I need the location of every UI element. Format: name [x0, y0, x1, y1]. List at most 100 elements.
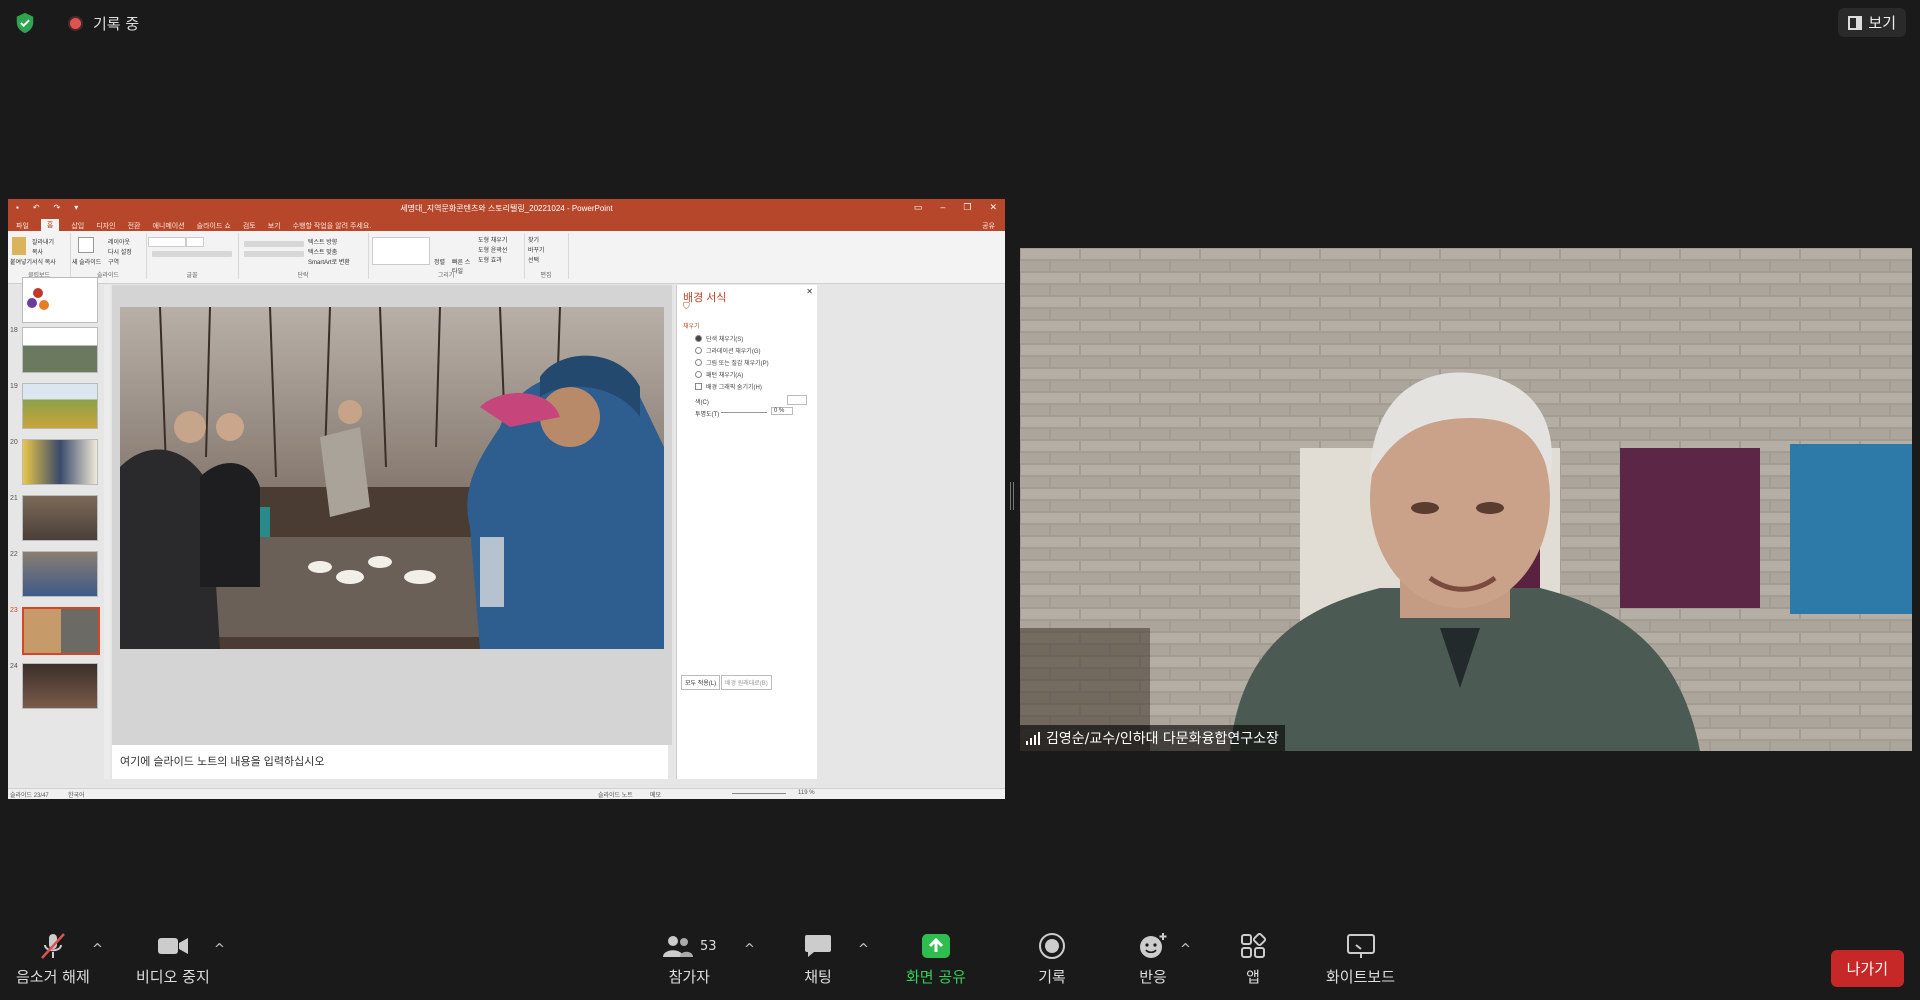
share-screen-button[interactable]: 화면 공유 [906, 932, 966, 987]
fill-bucket-icon[interactable]: ⛉ [683, 301, 690, 312]
participants-options-caret-icon[interactable]: ^ [744, 942, 755, 957]
tab-animations[interactable]: 애니메이션 [152, 221, 184, 231]
close-icon[interactable]: ✕ [989, 202, 997, 213]
slide-thumbnail[interactable] [22, 663, 98, 709]
fill-option-solid[interactable]: 단색 채우기(S) [695, 334, 743, 343]
layout-label[interactable]: 레이아웃 [108, 237, 130, 246]
video-options-caret-icon[interactable]: ^ [214, 942, 225, 957]
paste-label[interactable]: 붙여넣기 [10, 257, 32, 266]
recording-indicator[interactable]: 기록 중 [68, 13, 139, 34]
reactions-options-caret-icon[interactable]: ^ [1180, 942, 1191, 957]
shapes-gallery[interactable] [372, 237, 430, 265]
select-label[interactable]: 선택 [528, 255, 539, 264]
apply-to-all-button[interactable]: 모두 적용(L) [681, 675, 721, 690]
hide-background-graphics[interactable]: 배경 그래픽 숨기기(H) [695, 382, 762, 391]
transparency-slider[interactable] [721, 412, 767, 413]
tab-view[interactable]: 보기 [268, 221, 281, 231]
window-title: 세명대_지역문화콘텐츠와 스토리텔링_20221024 - PowerPoint [400, 204, 613, 213]
comments-toggle[interactable]: 메모 [650, 790, 661, 799]
audio-options-caret-icon[interactable]: ^ [92, 942, 103, 957]
copy-label[interactable]: 복사 [32, 247, 43, 256]
pane-close-icon[interactable]: ✕ [806, 287, 813, 296]
radio-icon [695, 359, 702, 366]
slide-thumbnail[interactable] [22, 439, 98, 485]
record-button[interactable]: 기록 [1038, 932, 1066, 987]
restore-icon[interactable]: ❐ [963, 202, 971, 213]
fill-option-gradient[interactable]: 그라데이션 채우기(G) [695, 346, 761, 355]
recording-label: 기록 중 [93, 14, 140, 33]
transparency-value[interactable]: 0 % [771, 407, 794, 415]
shape-effect-label[interactable]: 도형 효과 [478, 255, 502, 264]
thumbnail-scrollbar[interactable] [104, 285, 110, 779]
reset-background-button[interactable]: 배경 원래대로(B) [721, 675, 772, 690]
format-copy-label[interactable]: 서식 복사 [32, 257, 56, 266]
section-label[interactable]: 구역 [108, 257, 119, 266]
whiteboard-button[interactable]: 화이트보드 [1326, 932, 1395, 987]
record-dot-icon [68, 15, 83, 31]
ribbon-display-icon[interactable]: ▭ [914, 202, 923, 213]
shape-fill-label[interactable]: 도형 채우기 [478, 235, 507, 244]
unmute-button[interactable]: 음소거 해제 [16, 932, 90, 987]
text-direction-label[interactable]: 텍스트 방향 [308, 237, 337, 246]
fill-section-header[interactable]: 채우기 [683, 321, 700, 330]
slide-notes[interactable]: 여기에 슬라이드 노트의 내용을 입력하십시오 [112, 745, 668, 779]
chat-button[interactable]: 채팅 [804, 932, 832, 987]
reactions-button[interactable]: 반응 [1138, 932, 1168, 987]
apps-button[interactable]: 앱 [1240, 932, 1266, 987]
video-frame [1020, 248, 1912, 751]
slide-thumbnail[interactable] [22, 383, 98, 429]
smartart-label[interactable]: SmartArt로 변환 [308, 257, 350, 266]
stop-video-button[interactable]: 비디오 중지 [136, 932, 210, 987]
participant-video[interactable]: 김영순/교수/인하대 다문화융합연구소장 [1020, 248, 1912, 751]
color-label: 색(C) [695, 400, 709, 406]
text-align-label[interactable]: 텍스트 맞춤 [308, 247, 337, 256]
ribbon-group-editing: 찾기 바꾸기 선택 편집 [524, 233, 569, 279]
tab-slideshow[interactable]: 슬라이드 쇼 [197, 221, 231, 231]
view-button[interactable]: 보기 [1838, 8, 1906, 37]
find-label[interactable]: 찾기 [528, 235, 539, 244]
new-slide-icon[interactable] [78, 237, 94, 253]
chat-label: 채팅 [804, 968, 832, 986]
slide-number: 22 [10, 551, 18, 558]
tab-home[interactable]: 홈 [40, 219, 60, 231]
font-format-row[interactable] [152, 251, 232, 257]
leave-button[interactable]: 나가기 [1830, 950, 1904, 987]
tab-review[interactable]: 검토 [243, 221, 256, 231]
tab-transitions[interactable]: 전환 [128, 221, 141, 231]
shape-outline-label[interactable]: 도형 윤곽선 [478, 245, 507, 254]
paragraph-list-row[interactable] [244, 241, 304, 247]
paragraph-align-row[interactable] [244, 251, 304, 257]
slide-thumbnail[interactable] [22, 327, 98, 373]
paste-icon[interactable] [12, 237, 26, 255]
security-shield-icon[interactable] [14, 12, 36, 34]
tab-file[interactable]: 파일 [16, 221, 29, 231]
checkbox-icon [695, 383, 702, 390]
fill-option-picture[interactable]: 그림 또는 질감 채우기(P) [695, 358, 769, 367]
minimize-icon[interactable]: – [940, 202, 945, 213]
notes-toggle[interactable]: 슬라이드 노트 [598, 790, 633, 799]
fill-option-pattern[interactable]: 패턴 채우기(A) [695, 370, 743, 379]
share-tab[interactable]: 공유 [982, 221, 995, 231]
tab-design[interactable]: 디자인 [96, 221, 115, 231]
participants-button[interactable]: 53 참가자 [662, 932, 717, 987]
tab-insert[interactable]: 삽입 [71, 221, 84, 231]
replace-label[interactable]: 바꾸기 [528, 245, 545, 254]
new-slide-label[interactable]: 새 슬라이드 [72, 257, 101, 266]
split-divider[interactable] [1010, 482, 1014, 510]
arrange-label[interactable]: 정렬 [434, 257, 445, 266]
zoom-slider[interactable] [732, 793, 786, 794]
font-name-field[interactable] [148, 237, 186, 247]
language[interactable]: 한국어 [68, 790, 85, 799]
slide-thumbnail[interactable] [22, 277, 98, 323]
tell-me-search[interactable]: 수행할 작업을 알려 주세요. [293, 221, 372, 231]
slide-thumbnail-selected[interactable] [22, 607, 100, 655]
slide-thumbnail[interactable] [22, 551, 98, 597]
font-size-field[interactable] [186, 237, 204, 247]
zoom-level[interactable]: 119 % [798, 790, 815, 796]
chat-options-caret-icon[interactable]: ^ [858, 942, 869, 957]
transparency-label: 투명도(T) [695, 412, 720, 418]
color-picker[interactable] [787, 395, 807, 405]
cut-label[interactable]: 잘라내기 [32, 237, 54, 246]
slide-thumbnail[interactable] [22, 495, 98, 541]
reset-label[interactable]: 다시 설정 [108, 247, 132, 256]
